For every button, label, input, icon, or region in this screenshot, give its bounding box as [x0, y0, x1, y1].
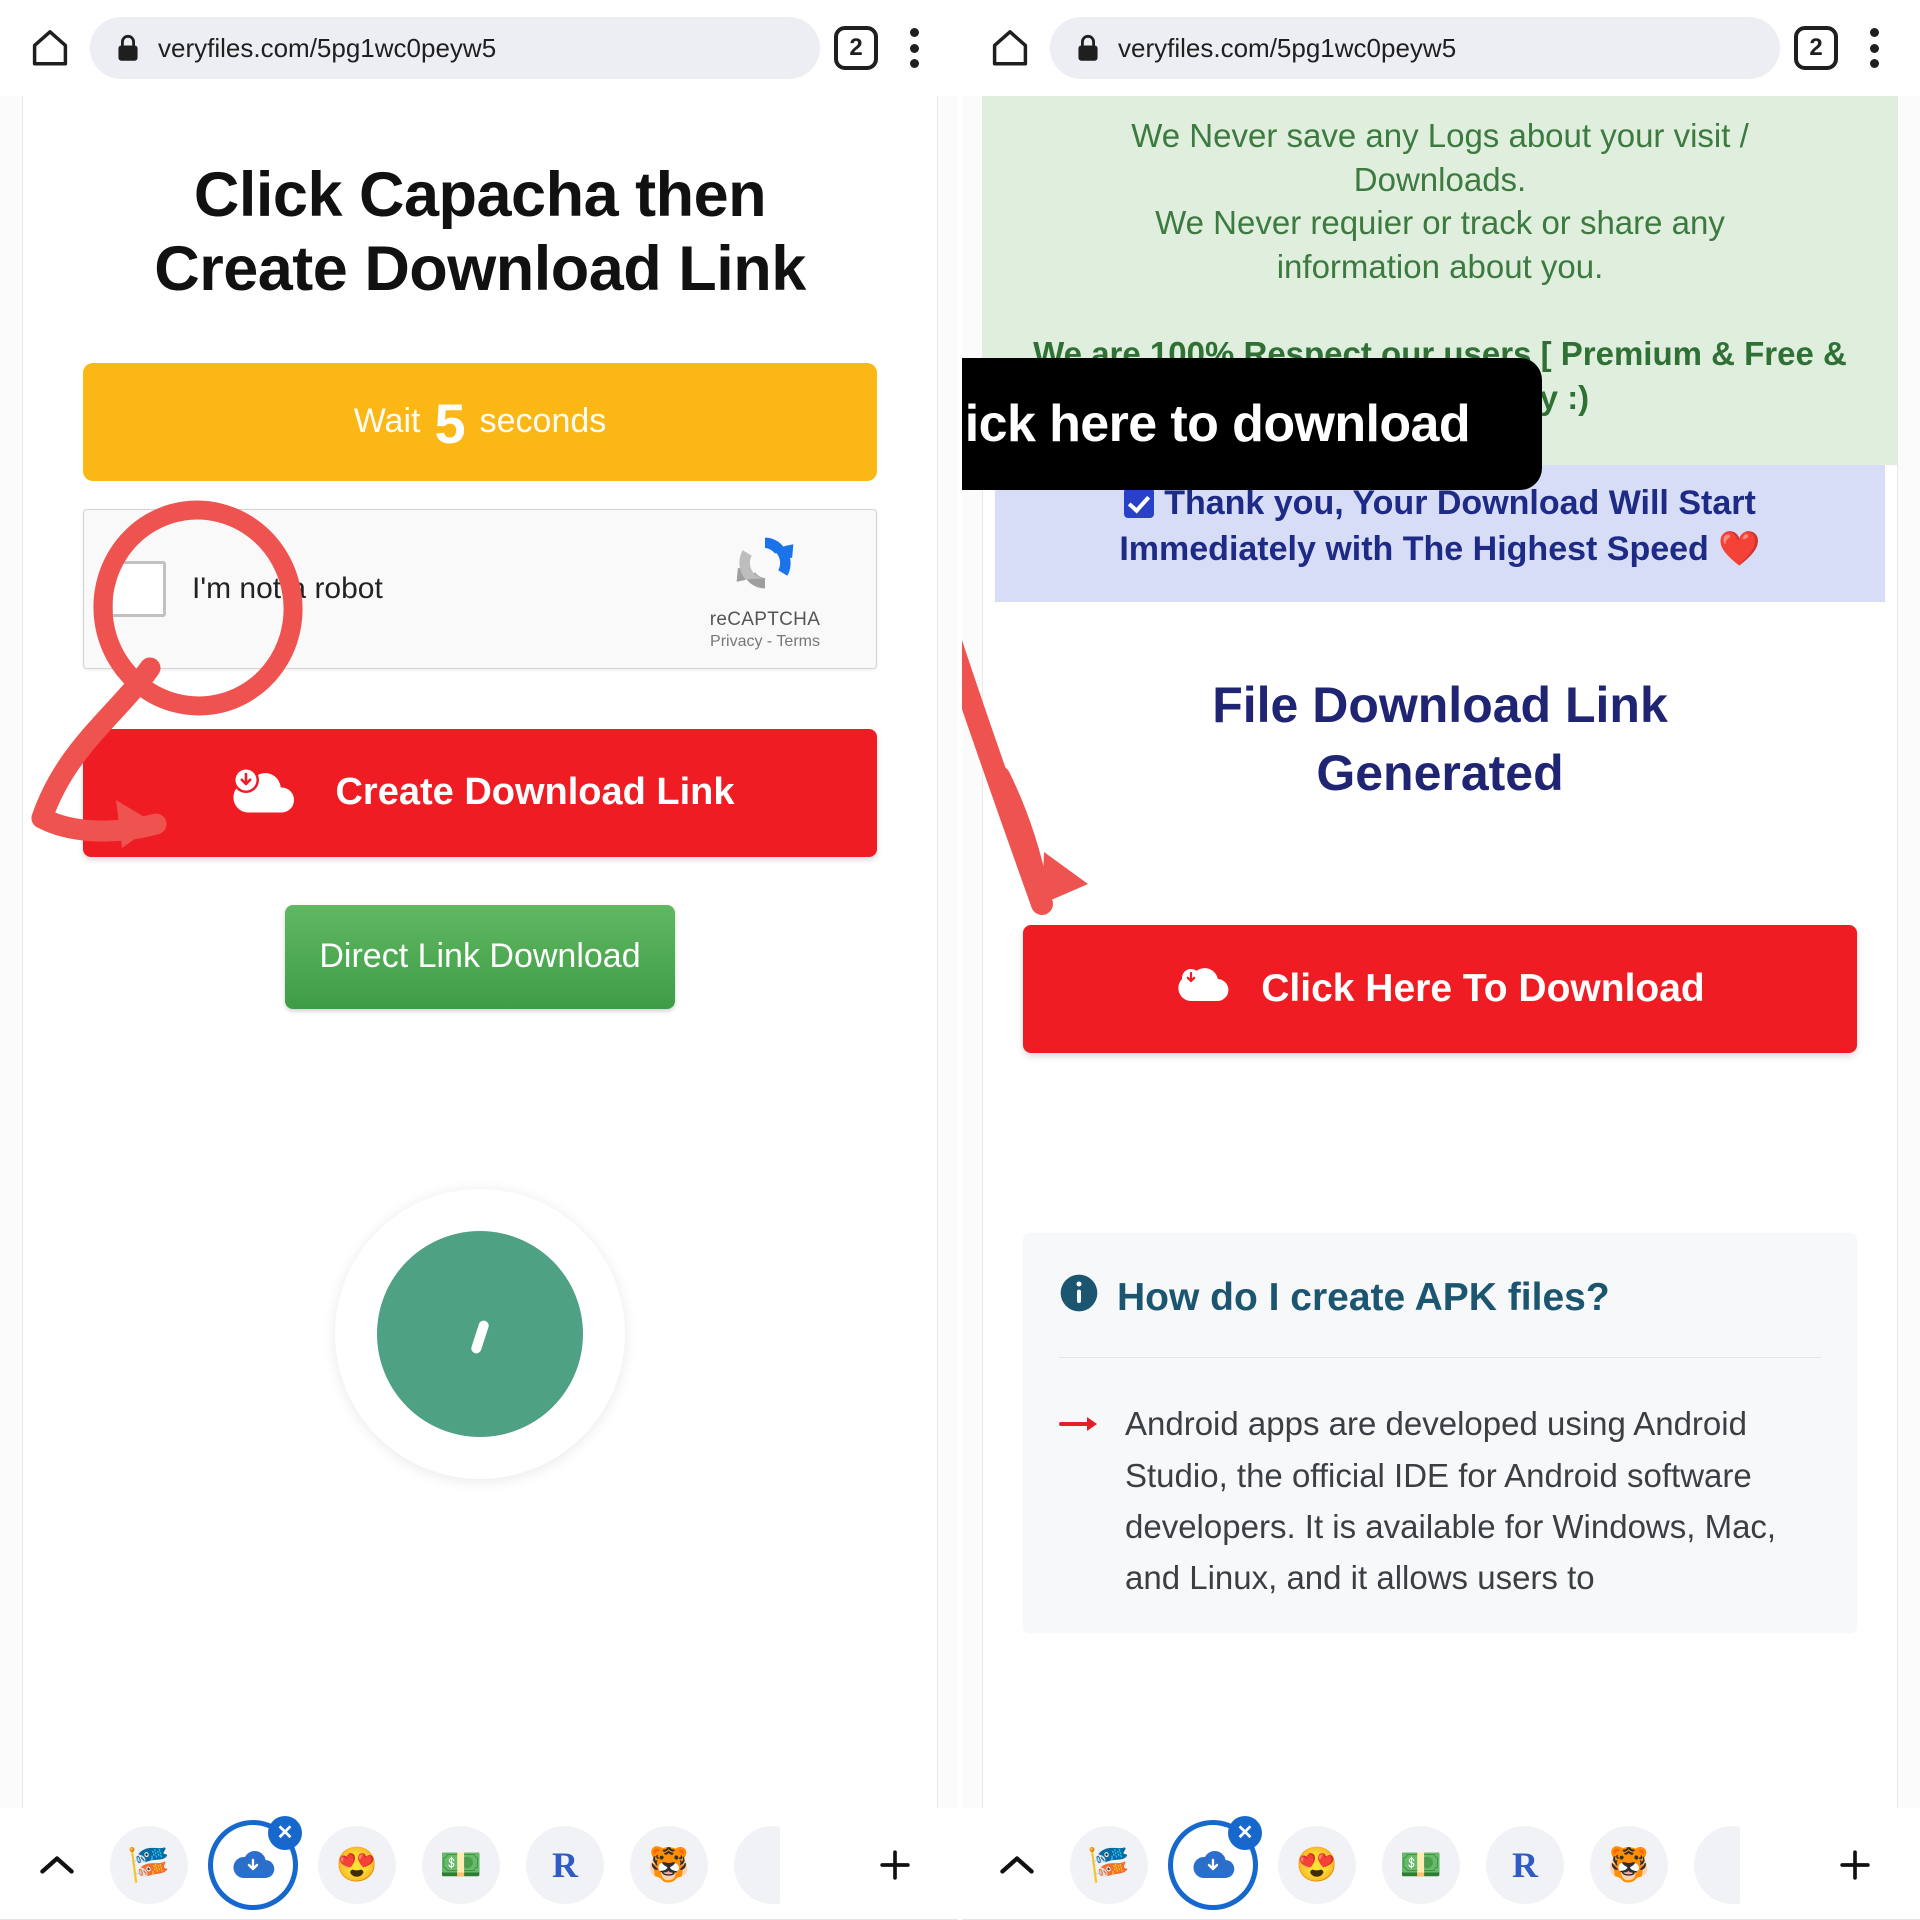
left-page-viewport: Click Capacha then Create Download Link …: [0, 96, 960, 1920]
generated-heading: File Download Link Generated: [983, 672, 1897, 807]
home-icon[interactable]: [24, 22, 76, 74]
recaptcha-legal-links[interactable]: Privacy - Terms: [710, 633, 820, 651]
wait-suffix-label: seconds: [479, 402, 607, 441]
chevron-up-icon[interactable]: [30, 1852, 84, 1878]
plus-icon[interactable]: [860, 1843, 930, 1887]
money-transfer-app-icon[interactable]: 💵: [1382, 1825, 1460, 1904]
lock-icon: [116, 34, 140, 62]
money-transfer-app-icon[interactable]: 💵: [422, 1825, 500, 1904]
faq-question-label: How do I create APK files?: [1117, 1276, 1610, 1320]
create-download-link-button[interactable]: Create Download Link: [83, 728, 877, 857]
click-here-overlay-banner[interactable]: Click here to download: [960, 358, 1542, 490]
cloud-download-app-icon[interactable]: ✕: [1168, 1815, 1262, 1910]
kebab-menu-icon[interactable]: [1852, 24, 1896, 72]
faq-card: How do I create APK files? Android apps …: [1023, 1233, 1857, 1633]
generated-heading-line2: Generated: [1316, 744, 1564, 801]
faq-question-row[interactable]: How do I create APK files?: [1059, 1273, 1821, 1323]
close-badge-icon[interactable]: ✕: [268, 1815, 302, 1850]
pane-divider: [958, 0, 962, 1920]
wait-seconds-value: 5: [434, 391, 466, 455]
loading-spinner-icon: [335, 1188, 625, 1479]
tab-counter-button[interactable]: 2: [1794, 26, 1838, 70]
click-here-overlay-label: Click here to download: [960, 395, 1471, 453]
page-title-line1: Click Capacha then: [193, 160, 767, 230]
browser-toolbar-left: veryfiles.com/5pg1wc0peyw5 2: [0, 0, 960, 96]
close-badge-icon[interactable]: ✕: [1228, 1815, 1262, 1850]
chevron-up-icon[interactable]: [990, 1852, 1044, 1878]
partial-app-icon[interactable]: [734, 1825, 780, 1904]
right-screenshot-pane: veryfiles.com/5pg1wc0peyw5 2 We Never sa…: [960, 0, 1920, 1920]
privacy-line-1: We Never save any Logs about your visit …: [1131, 117, 1749, 154]
recaptcha-label: I'm not a robot: [192, 571, 383, 605]
recaptcha-branding: reCAPTCHA Privacy - Terms: [680, 526, 850, 651]
url-text: veryfiles.com/5pg1wc0peyw5: [1118, 32, 1457, 63]
address-bar[interactable]: veryfiles.com/5pg1wc0peyw5: [90, 17, 820, 79]
spinner-tick: [469, 1318, 491, 1355]
heart-emoji-icon: ❤️: [1718, 529, 1761, 568]
thank-you-line-2: Immediately with The Highest Speed ❤️: [1019, 527, 1861, 573]
lock-icon: [1076, 34, 1100, 62]
screenshot-stage: veryfiles.com/5pg1wc0peyw5 2 Click Capac…: [0, 0, 1920, 1920]
heart-eyes-emoji-icon[interactable]: 😍: [1278, 1825, 1356, 1904]
page-title-line2: Create Download Link: [154, 234, 806, 305]
wait-countdown-button: Wait 5 seconds: [83, 362, 877, 481]
tiger-emoji-icon[interactable]: 🐯: [630, 1825, 708, 1904]
left-page-card: Click Capacha then Create Download Link …: [22, 96, 938, 1920]
tiger-emoji-icon[interactable]: 🐯: [1590, 1825, 1668, 1904]
keyboard-suggestion-bar-right: 🎏 ✕ 😍 💵 R 🐯: [960, 1808, 1920, 1920]
heart-eyes-emoji-icon[interactable]: 😍: [318, 1825, 396, 1904]
letter-r-app-icon[interactable]: R: [1486, 1825, 1564, 1904]
info-circle-icon: [1059, 1273, 1099, 1323]
cloud-download-icon: [1175, 961, 1231, 1017]
url-text: veryfiles.com/5pg1wc0peyw5: [158, 32, 497, 63]
partial-app-icon[interactable]: [1694, 1825, 1740, 1904]
privacy-line-4: information about you.: [1276, 247, 1604, 285]
click-here-to-download-label: Click Here To Download: [1261, 967, 1705, 1011]
faq-answer-text: Android apps are developed using Android…: [1125, 1405, 1777, 1596]
privacy-line-3: We Never requier or track or share any: [1155, 204, 1725, 242]
keyboard-suggestion-bar-left: 🎏 ✕ 😍 💵 R 🐯: [0, 1808, 960, 1920]
direct-link-download-button[interactable]: Direct Link Download: [285, 904, 675, 1009]
thank-you-text-2: Immediately with The Highest Speed: [1119, 529, 1709, 568]
browser-toolbar-right: veryfiles.com/5pg1wc0peyw5 2: [960, 0, 1920, 96]
right-page-viewport: We Never save any Logs about your visit …: [960, 96, 1920, 1920]
kebab-menu-icon[interactable]: [892, 24, 936, 72]
sticker-app-icon[interactable]: 🎏: [1070, 1825, 1148, 1904]
page-title: Click Capacha then Create Download Link: [23, 96, 937, 307]
spinner-inner-disc: [377, 1230, 583, 1437]
generated-heading-line1: File Download Link: [1212, 677, 1668, 734]
letter-r-app-icon[interactable]: R: [526, 1825, 604, 1904]
red-arrow-icon: [1059, 1412, 1099, 1603]
plus-icon[interactable]: [1820, 1843, 1890, 1887]
sticker-app-icon[interactable]: 🎏: [110, 1825, 188, 1904]
wait-prefix-label: Wait: [353, 402, 421, 441]
direct-link-download-label: Direct Link Download: [319, 937, 641, 976]
privacy-line-2: Downloads.: [1353, 160, 1527, 198]
recaptcha-widget[interactable]: I'm not a robot reCAPTCHA Privacy - Term…: [83, 508, 877, 669]
recaptcha-brand-name: reCAPTCHA: [709, 609, 821, 631]
address-bar[interactable]: veryfiles.com/5pg1wc0peyw5: [1050, 17, 1780, 79]
recaptcha-logo-icon: [728, 526, 802, 605]
recaptcha-checkbox[interactable]: [110, 560, 166, 617]
faq-divider: [1059, 1357, 1821, 1359]
faq-answer-row: Android apps are developed using Android…: [1059, 1398, 1821, 1603]
home-icon[interactable]: [984, 22, 1036, 74]
click-here-to-download-button[interactable]: Click Here To Download: [1023, 925, 1857, 1054]
cloud-download-icon: [225, 757, 301, 829]
checked-box-icon: [1124, 488, 1155, 519]
create-download-link-label: Create Download Link: [335, 771, 735, 814]
tab-counter-button[interactable]: 2: [834, 26, 878, 70]
cloud-download-app-icon[interactable]: ✕: [208, 1815, 302, 1910]
left-screenshot-pane: veryfiles.com/5pg1wc0peyw5 2 Click Capac…: [0, 0, 960, 1920]
